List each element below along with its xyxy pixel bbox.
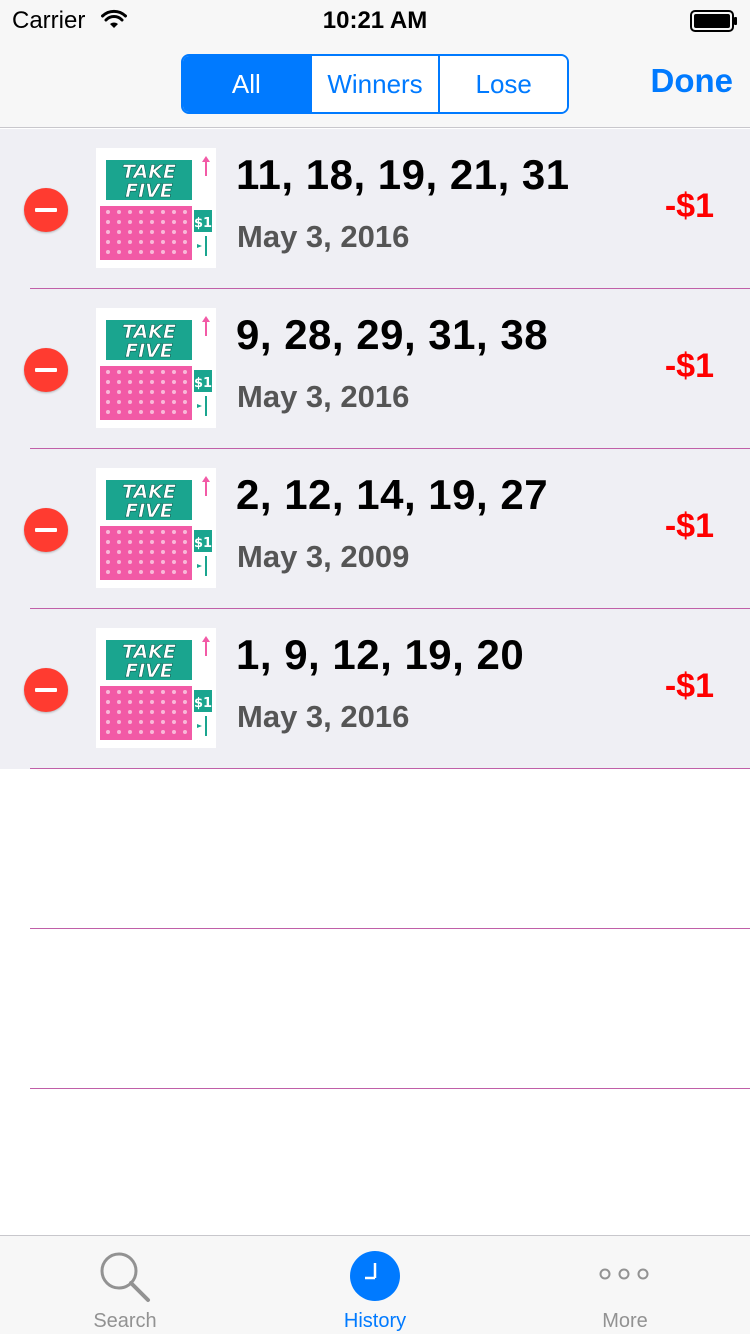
done-button[interactable]: Done (651, 62, 734, 100)
ticket-date: May 3, 2016 (237, 699, 410, 734)
tab-history-label: History (343, 1310, 407, 1332)
delete-icon[interactable] (24, 348, 68, 392)
tab-history[interactable]: History (250, 1236, 500, 1334)
ticket-logo-line2: FIVE (125, 500, 173, 522)
ticket-numbers: 9, 28, 29, 31, 38 (236, 311, 549, 358)
take-five-ticket-icon: TAKE FIVE $1 (96, 628, 216, 748)
tab-search[interactable]: Search (0, 1236, 250, 1334)
tab-bar: Search History More (0, 1235, 750, 1334)
ticket-price: $1 (194, 216, 212, 231)
delete-icon[interactable] (24, 668, 68, 712)
take-five-ticket-icon: TAKE FIVE $1 (96, 308, 216, 428)
ticket-history-list: TAKE FIVE $1 11, 18, 19, 21, 31 May 3, 2… (0, 129, 750, 1089)
battery-icon (690, 10, 738, 37)
ticket-amount: -$1 (664, 667, 714, 705)
ticket-logo-line2: FIVE (125, 660, 173, 682)
delete-icon[interactable] (24, 188, 68, 232)
ticket-amount: -$1 (664, 507, 714, 545)
ticket-row[interactable]: TAKE FIVE $1 9, 28, 29, 31, 38 May 3, 20… (0, 289, 750, 449)
tab-more-label: More (602, 1310, 648, 1332)
ticket-numbers: 1, 9, 12, 19, 20 (236, 631, 525, 678)
segment-lose[interactable]: Lose (438, 56, 567, 112)
take-five-ticket-icon: TAKE FIVE $1 (96, 468, 216, 588)
ticket-price: $1 (194, 696, 212, 711)
tab-more[interactable]: More (500, 1236, 750, 1334)
filter-segmented-control: All Winners Lose (181, 54, 569, 114)
ticket-amount: -$1 (664, 347, 714, 385)
segment-all[interactable]: All (183, 56, 310, 112)
empty-row (0, 929, 750, 1089)
tab-search-label: Search (93, 1310, 157, 1332)
ticket-price: $1 (194, 376, 212, 391)
ticket-date: May 3, 2016 (237, 379, 410, 414)
status-time: 10:21 AM (322, 7, 428, 34)
search-icon (98, 1250, 152, 1309)
empty-row (0, 769, 750, 929)
ticket-numbers: 2, 12, 14, 19, 27 (236, 471, 549, 518)
take-five-ticket-icon: TAKE FIVE $1 (96, 148, 216, 268)
ticket-amount: -$1 (664, 187, 714, 225)
ticket-date: May 3, 2009 (237, 539, 410, 574)
ticket-numbers: 11, 18, 19, 21, 31 (236, 151, 570, 198)
ticket-row[interactable]: TAKE FIVE $1 1, 9, 12, 19, 20 May 3, 201… (0, 609, 750, 769)
navigation-bar: All Winners Lose Done (0, 40, 750, 128)
clock-icon (349, 1250, 401, 1307)
row-separator (30, 1088, 750, 1089)
ticket-logo-line2: FIVE (125, 340, 173, 362)
ticket-price: $1 (194, 536, 212, 551)
delete-icon[interactable] (24, 508, 68, 552)
more-icon (598, 1266, 650, 1287)
status-bar: Carrier 10:21 AM (0, 0, 750, 40)
ticket-row[interactable]: TAKE FIVE $1 2, 12, 14, 19, 27 May 3, 20… (0, 449, 750, 609)
ticket-date: May 3, 2016 (237, 219, 410, 254)
ticket-logo-line2: FIVE (125, 180, 173, 202)
segment-winners[interactable]: Winners (309, 56, 439, 112)
ticket-row[interactable]: TAKE FIVE $1 11, 18, 19, 21, 31 May 3, 2… (0, 129, 750, 289)
